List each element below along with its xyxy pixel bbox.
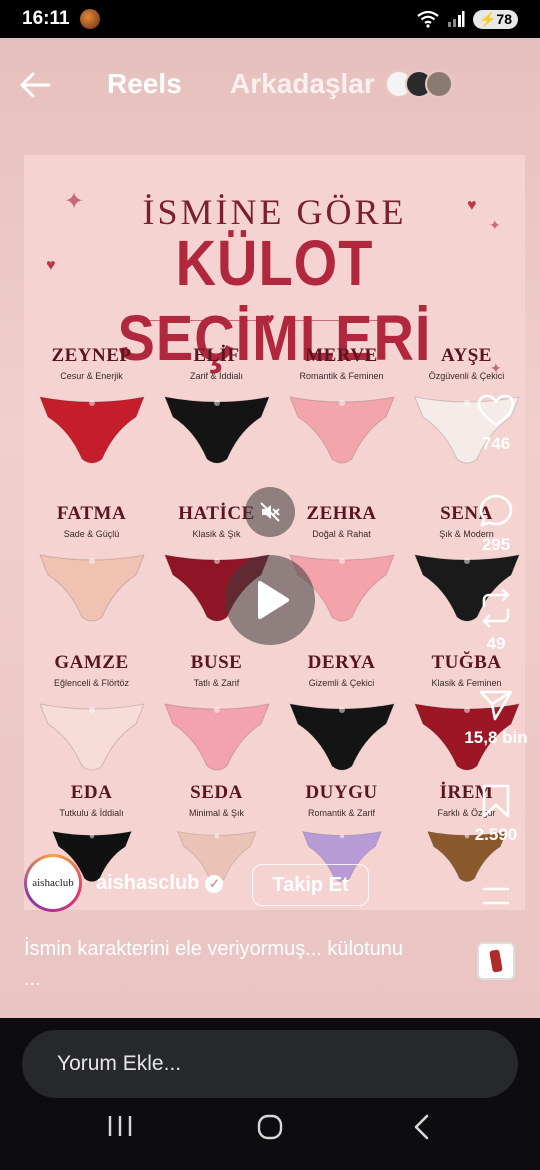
card-trait: Cesur & Enerjik <box>60 371 123 381</box>
status-bar: 16:11 ⚡78 <box>0 0 540 38</box>
repost-action[interactable]: 49 <box>460 588 532 654</box>
card-trait: Klasik & Feminen <box>431 678 502 688</box>
follow-button[interactable]: Takip Et <box>252 864 369 906</box>
name-card: ELİF Zarif & İddialı <box>154 345 279 469</box>
name-card: BUSE Tatlı & Zarif <box>154 652 279 776</box>
play-icon <box>258 581 289 619</box>
send-icon <box>479 690 513 721</box>
top-navigation: Reels Arkadaşlar <box>0 60 540 110</box>
like-count: 746 <box>481 434 511 453</box>
system-navigation-bar <box>0 1114 540 1154</box>
heart-decoration-icon: ♥ <box>265 311 275 328</box>
card-trait: Gizemli & Çekici <box>308 678 375 688</box>
comment-icon <box>479 494 513 527</box>
account-avatar[interactable]: aishaclub <box>24 854 82 912</box>
card-name: BUSE <box>190 652 243 673</box>
card-name: AYŞE <box>441 345 492 366</box>
mute-button[interactable] <box>245 487 295 537</box>
like-action[interactable]: 746 <box>460 394 532 454</box>
card-trait: Romantik & Feminen <box>299 371 384 381</box>
comment-action[interactable]: 295 <box>460 493 532 555</box>
share-count: 15,8 bin <box>464 728 528 747</box>
account-username: aishasclub <box>96 872 200 894</box>
notification-icon <box>79 9 100 29</box>
divider <box>286 320 404 321</box>
card-name: DERYA <box>307 652 376 673</box>
card-name: EDA <box>70 782 113 803</box>
card-name: FATMA <box>56 503 127 524</box>
card-trait: Doğal & Rahat <box>312 529 371 539</box>
comment-input[interactable]: Yorum Ekle... <box>22 1030 518 1098</box>
card-trait: Eğlenceli & Flörtöz <box>53 678 130 688</box>
avatar <box>425 70 453 98</box>
recent-apps-icon[interactable] <box>107 1114 133 1138</box>
account-username-row[interactable]: aishasclub ✓ <box>96 872 224 895</box>
underwear-illustration <box>288 703 395 771</box>
card-trait: Romantik & Zarif <box>307 808 376 818</box>
reels-screen: 16:11 ⚡78 Reels Arkadaşlar ✦ ✦ ✦ ♥ ♥ İSM… <box>0 0 540 1170</box>
name-card: DERYA Gizemli & Çekici <box>279 652 404 776</box>
signal-icon <box>447 11 465 27</box>
battery-indicator: ⚡78 <box>472 9 518 29</box>
tab-reels[interactable]: Reels <box>107 68 182 100</box>
card-name: TUĞBA <box>431 652 502 673</box>
verified-badge-icon: ✓ <box>205 874 224 893</box>
heart-icon <box>477 394 515 427</box>
account-logo: aishaclub <box>27 857 79 909</box>
card-name: ELİF <box>193 345 240 366</box>
status-right: ⚡78 <box>417 9 518 29</box>
comment-count: 295 <box>481 535 511 554</box>
card-trait: Zarif & İddialı <box>189 371 244 381</box>
underwear-illustration <box>163 396 270 464</box>
card-trait: Tutkulu & İddialı <box>59 808 124 818</box>
card-name: ZEHRA <box>306 503 377 524</box>
wifi-icon <box>417 10 439 28</box>
repost-icon <box>482 588 510 628</box>
card-trait: Minimal & Şık <box>188 808 244 818</box>
tab-friends[interactable]: Arkadaşlar <box>230 68 375 100</box>
reel-caption[interactable]: İsmin karakterini ele veriyormuş... külo… <box>24 934 464 994</box>
home-icon[interactable] <box>257 1114 283 1140</box>
underwear-illustration <box>38 554 145 622</box>
bottom-bar: Yorum Ekle... <box>0 1018 540 1170</box>
card-name: GAMZE <box>54 652 129 673</box>
save-count: 2.590 <box>474 825 518 844</box>
name-card: ZEYNEP Cesur & Enerjik <box>29 345 154 469</box>
name-card: FATMA Sade & Güçlü <box>29 503 154 627</box>
card-trait: Sade & Güçlü <box>63 529 120 539</box>
bookmark-icon <box>482 784 510 818</box>
repost-count: 49 <box>486 634 506 653</box>
muted-speaker-icon <box>260 502 280 522</box>
caption-line: İsmin karakterini ele veriyormuş... külo… <box>24 938 404 960</box>
card-name: MERVE <box>305 345 378 366</box>
battery-level: 78 <box>496 10 512 27</box>
back-icon[interactable] <box>412 1114 432 1140</box>
save-action[interactable]: 2.590 <box>460 783 532 845</box>
underwear-illustration <box>288 396 395 464</box>
underwear-illustration <box>163 703 270 771</box>
friends-avatars[interactable] <box>385 70 453 98</box>
divider <box>144 320 262 321</box>
underwear-illustration <box>38 396 145 464</box>
name-card: MERVE Romantik & Feminen <box>279 345 404 469</box>
card-name: ZEYNEP <box>51 345 132 366</box>
card-trait: Tatlı & Zarif <box>193 678 240 688</box>
reel-video[interactable]: Reels Arkadaşlar ✦ ✦ ✦ ♥ ♥ İSMİNE GÖRE K… <box>0 38 540 1018</box>
underwear-illustration <box>38 703 145 771</box>
audio-thumbnail[interactable] <box>477 942 515 980</box>
share-action[interactable]: 15,8 bin <box>460 688 532 748</box>
status-time: 16:11 <box>22 8 70 29</box>
name-card: GAMZE Eğlenceli & Flörtöz <box>29 652 154 776</box>
caption-more: ... <box>24 968 41 990</box>
play-button[interactable] <box>225 555 315 645</box>
card-trait: Özgüvenli & Çekici <box>428 371 505 381</box>
back-arrow-icon[interactable] <box>18 68 52 102</box>
more-options-icon[interactable] <box>481 886 511 906</box>
card-name: DUYGU <box>305 782 378 803</box>
card-name: SEDA <box>190 782 243 803</box>
